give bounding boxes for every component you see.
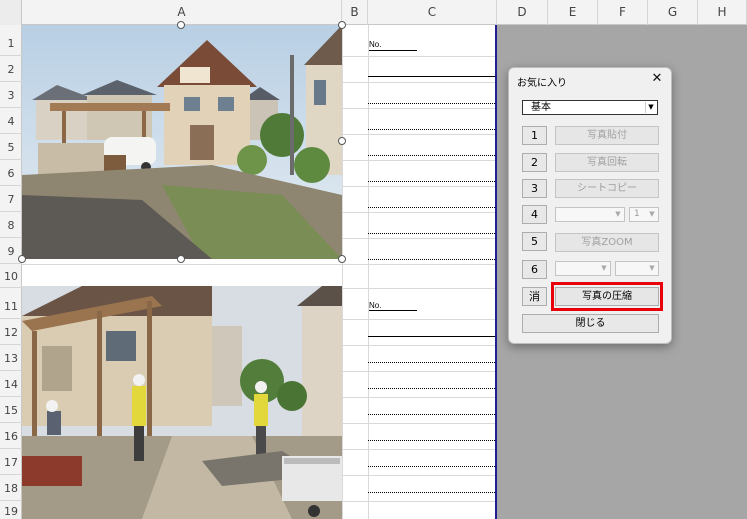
column-header-b[interactable]: B [342,0,368,25]
preset-combo-value: 基本 [531,102,551,113]
photo-zoom-button[interactable]: 写真ZOOM [555,233,659,252]
photo-house[interactable] [22,25,342,259]
row-header-12[interactable]: 12 [0,319,22,345]
chevron-down-icon[interactable]: ▼ [613,209,623,220]
chevron-down-icon[interactable]: ▼ [645,102,656,113]
column-header-d[interactable]: D [497,0,548,25]
num-button-6[interactable]: 6 [522,260,547,279]
row4-combo-2-value: 1 [634,209,640,219]
row-header-10[interactable]: 10 [0,264,22,288]
row-header-1[interactable]: 1 [0,25,22,56]
row-header-15[interactable]: 15 [0,397,22,423]
resize-handle-right[interactable] [338,137,346,145]
highlight-box [551,282,663,311]
chevron-down-icon[interactable]: ▼ [599,263,609,274]
row-header-2[interactable]: 2 [0,56,22,82]
resize-handle-top-right[interactable] [338,21,346,29]
resize-handle-bottom-right[interactable] [338,255,346,263]
row-header-5[interactable]: 5 [0,134,22,160]
sheet-copy-button[interactable]: シートコピー [555,179,659,198]
row-header-13[interactable]: 13 [0,345,22,371]
clear-button[interactable]: 消 [522,287,547,306]
row-header-4[interactable]: 4 [0,108,22,134]
photo-construction[interactable] [22,286,342,519]
num-button-2[interactable]: 2 [522,153,547,172]
num-button-1[interactable]: 1 [522,126,547,145]
row-header-11[interactable]: 11 [0,288,22,319]
row4-combo-2[interactable]: 1 ▼ [629,207,659,222]
num-button-4[interactable]: 4 [522,205,547,224]
row-header-8[interactable]: 8 [0,212,22,238]
row-header-17[interactable]: 17 [0,449,22,475]
select-all-corner[interactable] [0,0,22,25]
resize-handle-top[interactable] [177,21,185,29]
column-header-e[interactable]: E [548,0,598,25]
column-header-g[interactable]: G [648,0,698,25]
row-headers: 1 2 3 4 5 6 7 8 9 10 11 12 13 14 15 16 1… [0,25,22,519]
row-header-3[interactable]: 3 [0,82,22,108]
num-button-3[interactable]: 3 [522,179,547,198]
row6-combo-2[interactable]: ▼ [615,261,659,276]
row-header-7[interactable]: 7 [0,186,22,212]
column-header-h[interactable]: H [698,0,747,25]
chevron-down-icon[interactable]: ▼ [647,209,657,220]
row4-combo-1[interactable]: ▼ [555,207,625,222]
chevron-down-icon[interactable]: ▼ [647,263,657,274]
column-headers: A B C D E F G H [0,0,747,25]
no-label-1: No. [369,40,382,49]
row-header-16[interactable]: 16 [0,423,22,449]
paste-photo-button[interactable]: 写真貼付 [555,126,659,145]
row-header-6[interactable]: 6 [0,160,22,186]
close-button[interactable]: 閉じる [522,314,659,333]
row-header-18[interactable]: 18 [0,475,22,501]
column-header-c[interactable]: C [368,0,497,25]
no-label-2: No. [369,301,382,310]
row-header-19[interactable]: 19 [0,501,22,519]
close-icon[interactable]: ✕ [649,71,665,87]
preset-combo[interactable]: 基本 ▼ [522,100,658,115]
resize-handle-bottom-left[interactable] [18,255,26,263]
row-header-14[interactable]: 14 [0,371,22,397]
dialog-title: お気に入り [517,78,567,89]
column-header-f[interactable]: F [598,0,648,25]
row6-combo-1[interactable]: ▼ [555,261,611,276]
resize-handle-bottom[interactable] [177,255,185,263]
print-range-border [495,25,497,519]
rotate-photo-button[interactable]: 写真回転 [555,153,659,172]
num-button-5[interactable]: 5 [522,232,547,251]
